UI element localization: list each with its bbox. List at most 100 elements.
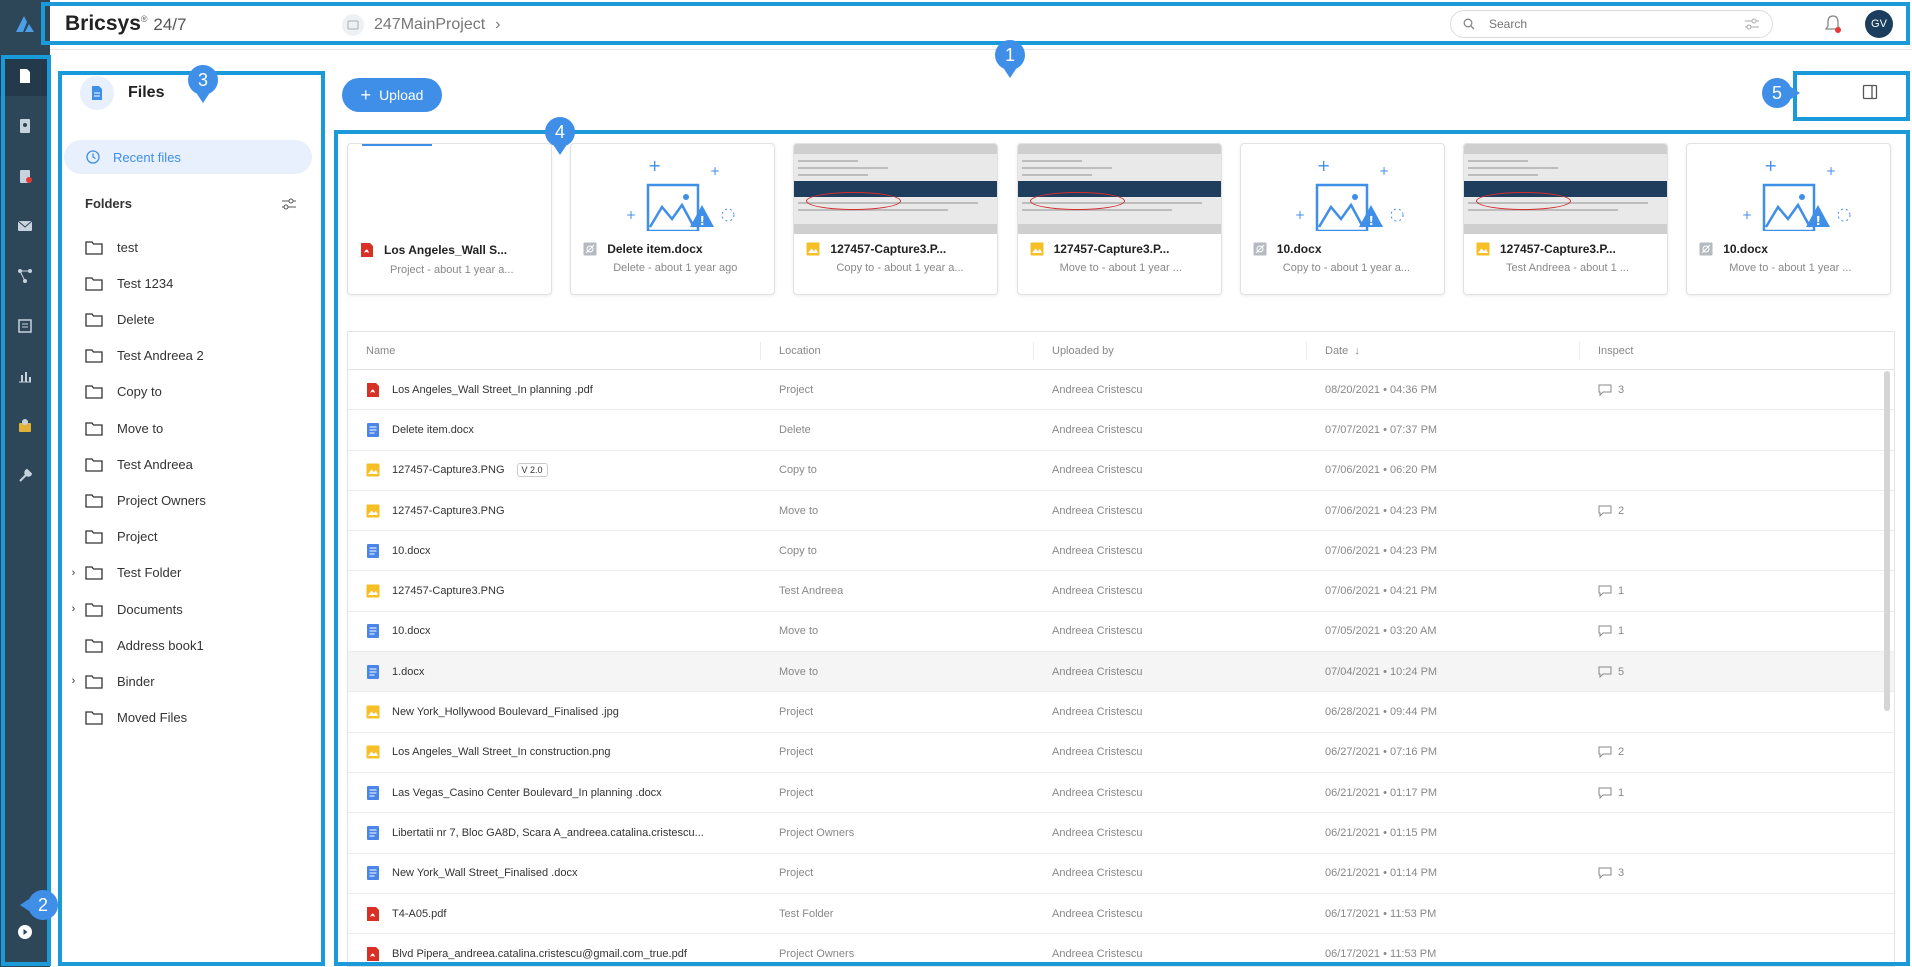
table-scrollbar[interactable] bbox=[1884, 371, 1890, 711]
row-file-name[interactable]: 10.docx bbox=[392, 545, 431, 557]
row-file-name[interactable]: 10.docx bbox=[392, 625, 431, 637]
recent-file-card[interactable]: + + +! 10.docx Move to - about 1 year ... bbox=[1686, 143, 1892, 295]
beta-icon[interactable] bbox=[0, 406, 50, 446]
chevron-right-icon[interactable]: › bbox=[62, 675, 85, 687]
annotation-badge-1: 1 bbox=[995, 40, 1025, 78]
comments-indicator[interactable]: 1 bbox=[1598, 625, 1850, 638]
row-location: Project bbox=[779, 786, 814, 799]
table-row[interactable]: 10.docx Move to Andreea Cristescu 07/05/202… bbox=[348, 612, 1894, 653]
row-file-name[interactable]: Las Vegas_Casino Center Boulevard_In pla… bbox=[392, 787, 662, 799]
search-bar[interactable] bbox=[1450, 10, 1773, 38]
table-row[interactable]: 10.docx Copy to Andreea Cristescu 07/06/202… bbox=[348, 531, 1894, 572]
recent-file-card[interactable]: 127457-Capture3.P... Copy to - about 1 ye… bbox=[793, 143, 999, 295]
sidebar-folder-item[interactable]: Address book1 bbox=[62, 627, 312, 663]
comments-indicator[interactable]: 5 bbox=[1598, 666, 1850, 678]
row-file-name[interactable]: Los Angeles_Wall Street_In construction.… bbox=[392, 746, 611, 758]
table-row[interactable]: 127457-Capture3.PNG Test Andreea Andreea C… bbox=[348, 571, 1894, 612]
sidebar-folder-item[interactable]: › Test Folder bbox=[62, 555, 312, 591]
sidebar-folder-item[interactable]: Test 1234 bbox=[62, 265, 312, 301]
sidebar-folder-item[interactable]: › Binder bbox=[62, 663, 312, 699]
chevron-right-icon[interactable]: › bbox=[62, 603, 85, 615]
comments-indicator[interactable]: 2 bbox=[1598, 746, 1850, 759]
recent-file-card[interactable]: 127457-Capture3.P... Move to - about 1 ye… bbox=[1016, 143, 1222, 295]
workflow-icon[interactable] bbox=[0, 256, 50, 296]
reports-icon[interactable] bbox=[0, 356, 50, 396]
annotation-badge-3: 3 bbox=[188, 65, 218, 103]
sidebar-folder-item[interactable]: › Documents bbox=[62, 591, 312, 627]
row-uploaded-by: Andreea Cristescu bbox=[1052, 585, 1143, 598]
bricsys-logo-icon[interactable] bbox=[0, 0, 50, 48]
table-row[interactable]: 1.docx Move to Andreea Cristescu 07/04/2021… bbox=[348, 652, 1894, 693]
column-uploaded-by-header[interactable]: Uploaded by bbox=[1034, 341, 1307, 360]
sidebar-folder-item[interactable]: Test Andreea bbox=[62, 446, 312, 482]
table-row[interactable]: New York_Wall Street_Finalised .docx Proj… bbox=[348, 854, 1894, 894]
row-file-name[interactable]: New York_Wall Street_Finalised .docx bbox=[392, 867, 577, 879]
row-location: Copy to bbox=[779, 544, 817, 557]
table-row[interactable]: Las Vegas_Casino Center Boulevard_In pla… bbox=[348, 773, 1894, 814]
recent-file-card[interactable]: + + +! Delete item.docx Delete - about 1 yea… bbox=[570, 143, 776, 295]
sidebar-folder-item[interactable]: Test Andreea 2 bbox=[62, 338, 312, 374]
chevron-right-icon[interactable]: › bbox=[62, 567, 85, 579]
row-file-name[interactable]: T4-A05.pdf bbox=[392, 908, 446, 920]
table-row[interactable]: New York_Hollywood Boulevard_Finalised .… bbox=[348, 692, 1894, 733]
column-date-header[interactable]: Date ↓ bbox=[1307, 341, 1580, 360]
recent-file-card[interactable]: 127457-Capture3.P... Test Andreea - about… bbox=[1463, 143, 1668, 295]
sidebar-folder-item[interactable]: test bbox=[62, 229, 312, 265]
folder-label: Test Andreea bbox=[117, 456, 193, 472]
filter-sliders-icon[interactable] bbox=[1744, 18, 1760, 30]
row-file-name[interactable]: 127457-Capture3.PNG bbox=[392, 585, 505, 597]
row-file-name[interactable]: 127457-Capture3.PNG bbox=[392, 464, 505, 476]
table-row[interactable]: T4-A05.pdf Test Folder Andreea Cristescu 06… bbox=[348, 894, 1894, 935]
issues-icon[interactable] bbox=[0, 156, 50, 196]
toggle-details-panel-icon[interactable] bbox=[1862, 84, 1878, 105]
table-row[interactable]: Delete item.docx Delete Andreea Cristescu 0… bbox=[348, 410, 1894, 451]
table-row[interactable]: Los Angeles_Wall Street_In planning .pdf… bbox=[348, 370, 1894, 411]
folder-settings-sliders-icon[interactable] bbox=[281, 198, 297, 210]
documents-icon[interactable] bbox=[0, 56, 50, 96]
row-file-name[interactable]: Los Angeles_Wall Street_In planning .pdf bbox=[392, 384, 593, 396]
card-file-subtitle: Move to - about 1 year ... bbox=[1729, 262, 1852, 274]
sidebar-folder-item[interactable]: Moved Files bbox=[62, 700, 312, 736]
annotation-badge-5: 5 bbox=[1762, 78, 1800, 108]
recent-files-link[interactable]: Recent files bbox=[64, 140, 312, 174]
row-file-name[interactable]: Blvd Pipera_andreea.catalina.cristescu@g… bbox=[392, 948, 687, 960]
comments-indicator[interactable]: 3 bbox=[1598, 384, 1850, 396]
image-file-icon bbox=[806, 242, 820, 256]
notification-bell-icon[interactable] bbox=[1824, 14, 1842, 39]
folder-icon bbox=[85, 240, 103, 255]
comment-icon bbox=[1598, 746, 1612, 759]
sidebar-folder-item[interactable]: Delete bbox=[62, 301, 312, 337]
row-file-name[interactable]: Delete item.docx bbox=[392, 424, 474, 436]
tools-icon[interactable] bbox=[0, 456, 50, 496]
user-avatar[interactable]: GV bbox=[1865, 10, 1893, 38]
table-row[interactable]: 127457-Capture3.PNG Move to Andreea Criste… bbox=[348, 491, 1894, 532]
document-file-icon bbox=[366, 825, 380, 841]
sidebar-folder-item[interactable]: Move to bbox=[62, 410, 312, 446]
search-input[interactable] bbox=[1489, 17, 1744, 31]
sidebar-folder-item[interactable]: Project bbox=[62, 519, 312, 555]
comments-indicator[interactable]: 1 bbox=[1598, 585, 1850, 598]
sidebar-folder-item[interactable]: Project Owners bbox=[62, 482, 312, 518]
column-location-header[interactable]: Location bbox=[761, 341, 1034, 360]
comments-indicator[interactable]: 1 bbox=[1598, 787, 1850, 799]
row-file-name[interactable]: Libertatii nr 7, Bloc GA8D, Scara A_andr… bbox=[392, 827, 704, 839]
recent-file-card[interactable]: Los Angeles_Wall S... Project - about 1 y… bbox=[347, 143, 552, 295]
forms-icon[interactable] bbox=[0, 306, 50, 346]
sidebar-folder-item[interactable]: Copy to bbox=[62, 374, 312, 410]
recent-file-card[interactable]: + + +! 10.docx Copy to - about 1 year a... bbox=[1239, 143, 1445, 295]
table-row[interactable]: 127457-Capture3.PNG V 2.0 Copy to Andreea C… bbox=[348, 451, 1894, 491]
column-inspect-header[interactable]: Inspect bbox=[1580, 342, 1850, 360]
comments-indicator[interactable]: 2 bbox=[1598, 505, 1850, 517]
table-row[interactable]: Libertatii nr 7, Bloc GA8D, Scara A_andr… bbox=[348, 813, 1894, 854]
contacts-icon[interactable] bbox=[0, 106, 50, 146]
column-name-header[interactable]: Name bbox=[348, 341, 761, 360]
row-file-name[interactable]: 1.docx bbox=[392, 666, 424, 678]
table-row[interactable]: Los Angeles_Wall Street_In construction.… bbox=[348, 733, 1894, 773]
upload-button[interactable]: + Upload bbox=[342, 78, 442, 112]
comments-indicator[interactable]: 3 bbox=[1598, 867, 1850, 880]
row-file-name[interactable]: 127457-Capture3.PNG bbox=[392, 505, 505, 517]
mail-icon[interactable] bbox=[0, 206, 50, 246]
row-file-name[interactable]: New York_Hollywood Boulevard_Finalised .… bbox=[392, 706, 619, 718]
project-breadcrumb[interactable]: 247MainProject › bbox=[342, 14, 501, 36]
table-row[interactable]: Blvd Pipera_andreea.catalina.cristescu@g… bbox=[348, 934, 1894, 966]
